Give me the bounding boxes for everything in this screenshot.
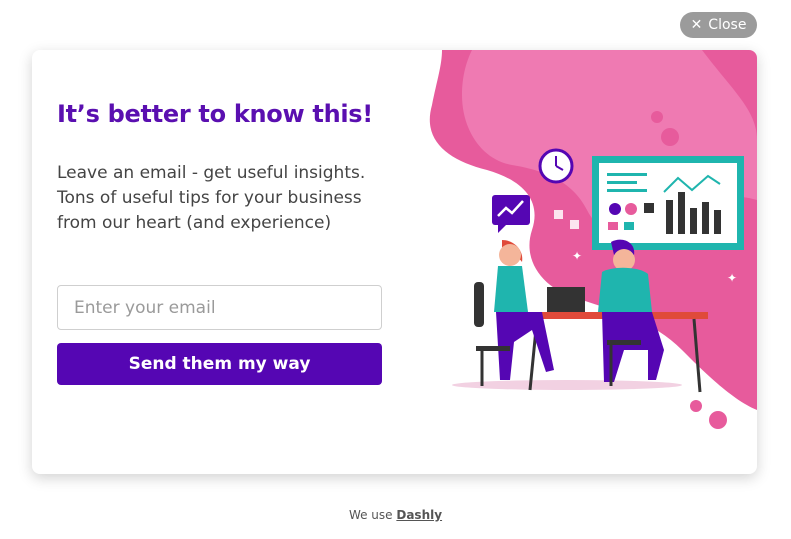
- description-line: Leave an email - get useful insights.: [57, 163, 366, 183]
- description-line: from our heart (and experience): [57, 213, 332, 233]
- popup-card: It’s better to know this! Leave an email…: [32, 50, 757, 474]
- close-button-label: Close: [708, 17, 747, 33]
- close-icon: ✕: [690, 17, 703, 33]
- submit-button[interactable]: Send them my way: [57, 343, 382, 385]
- footer-text: We use: [348, 508, 393, 522]
- clock-icon: [538, 148, 574, 184]
- close-button[interactable]: ✕ Close: [680, 12, 757, 38]
- chart-board: [592, 156, 744, 250]
- popup-title: It’s better to know this!: [57, 100, 373, 128]
- description-line: Tons of useful tips for your business: [57, 188, 362, 208]
- trend-bubble-icon: [492, 195, 530, 233]
- footer: We use Dashly: [0, 508, 791, 522]
- svg-text:✦: ✦: [572, 249, 582, 263]
- svg-text:✦: ✦: [727, 271, 737, 285]
- office-illustration: ✦ ✦ ✦: [429, 50, 757, 429]
- popup-description: Leave an email - get useful insights. To…: [57, 161, 387, 236]
- dashly-link[interactable]: Dashly: [396, 508, 442, 522]
- email-input[interactable]: [57, 285, 382, 330]
